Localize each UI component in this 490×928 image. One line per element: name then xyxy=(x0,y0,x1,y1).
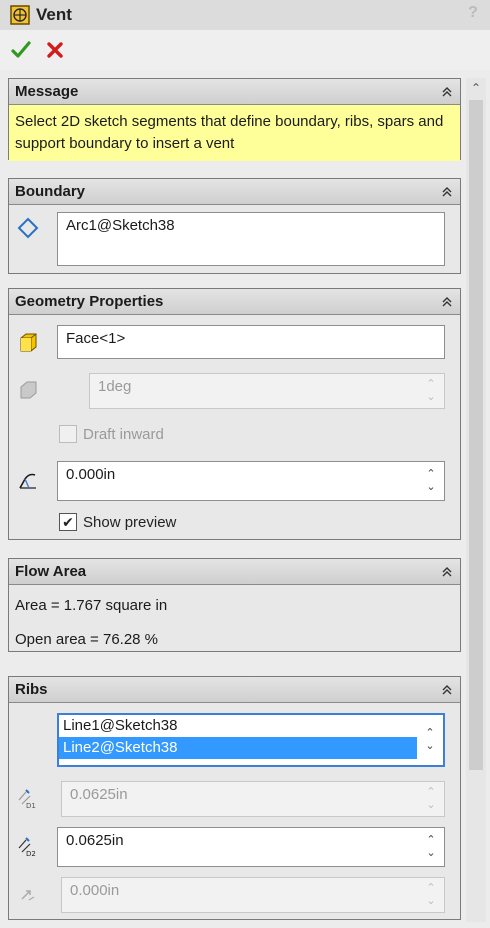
message-header[interactable]: Message xyxy=(9,79,460,105)
flow-area-header[interactable]: Flow Area xyxy=(9,559,460,585)
draft-angle-value: 1deg xyxy=(98,378,132,395)
show-preview-box[interactable]: ✔ xyxy=(59,513,77,531)
geometry-properties-group: Geometry Properties Face<1> 1deg ⌃ ⌄ Draf… xyxy=(8,288,461,540)
ribs-list-scroll[interactable]: ⌃ ⌄ xyxy=(417,715,443,765)
rib-offset-input[interactable]: 0.000in ⌃ ⌄ xyxy=(61,877,445,913)
list-item[interactable]: Line1@Sketch38 xyxy=(59,715,443,737)
draft-inward-box[interactable] xyxy=(59,425,77,443)
face-value: Face<1> xyxy=(66,330,126,347)
rib-width-value: 0.0625in xyxy=(66,832,124,849)
list-item[interactable]: Line2@Sketch38 xyxy=(59,737,443,759)
boundary-selection-box[interactable]: Arc1@Sketch38 xyxy=(57,212,445,266)
spin-down-icon: ⌄ xyxy=(426,481,436,493)
draft-inward-checkbox[interactable]: Draft inward xyxy=(59,425,164,443)
message-title: Message xyxy=(15,83,79,100)
action-bar xyxy=(0,30,490,70)
geometry-header[interactable]: Geometry Properties xyxy=(9,289,460,315)
help-button[interactable]: ? xyxy=(464,4,482,24)
x-icon xyxy=(47,42,63,58)
rib-width-spinner[interactable]: ⌃ ⌄ xyxy=(418,828,444,866)
rib-offset-spinner[interactable]: ⌃ ⌄ xyxy=(418,878,444,912)
scroll-thumb[interactable] xyxy=(469,100,483,770)
check-icon xyxy=(11,41,31,58)
fillet-radius-input[interactable]: 0.000in ⌃ ⌄ xyxy=(57,461,445,501)
rib-depth-value: 0.0625in xyxy=(70,786,128,803)
flow-area-title: Flow Area xyxy=(15,563,87,580)
ribs-title: Ribs xyxy=(15,681,48,698)
draft-angle-input[interactable]: 1deg ⌃ ⌄ xyxy=(89,373,445,409)
spin-up-icon: ⌃ xyxy=(426,834,436,846)
fillet-radius-icon xyxy=(15,467,41,493)
message-text: Select 2D sketch segments that define bo… xyxy=(9,105,460,161)
area-text: Area = 1.767 square in xyxy=(15,597,168,614)
property-pane: Message Select 2D sketch segments that d… xyxy=(0,70,490,928)
fillet-radius-spinner[interactable]: ⌃ ⌄ xyxy=(418,462,444,500)
svg-text:D2: D2 xyxy=(26,850,36,858)
message-group: Message Select 2D sketch segments that d… xyxy=(8,78,461,161)
feature-title: Vent xyxy=(36,5,72,24)
face-selection-box[interactable]: Face<1> xyxy=(57,325,445,359)
geometry-title: Geometry Properties xyxy=(15,293,164,310)
collapse-icon[interactable] xyxy=(440,683,454,697)
boundary-header[interactable]: Boundary xyxy=(9,179,460,205)
property-manager-titlebar: Vent ? xyxy=(0,0,490,30)
spin-down-icon: ⌄ xyxy=(426,799,436,811)
rib-width-input[interactable]: 0.0625in ⌃ ⌄ xyxy=(57,827,445,867)
draft-inward-label: Draft inward xyxy=(83,425,164,443)
show-preview-label: Show preview xyxy=(83,513,177,531)
spin-up-icon: ⌃ xyxy=(426,786,436,798)
face-icon xyxy=(15,329,41,355)
draft-angle-spinner[interactable]: ⌃ ⌄ xyxy=(418,374,444,408)
rib-offset-icon xyxy=(15,881,41,907)
spin-up-icon: ⌃ xyxy=(425,727,435,739)
collapse-icon[interactable] xyxy=(440,185,454,199)
rib-offset-value: 0.000in xyxy=(70,882,120,899)
boundary-group: Boundary Arc1@Sketch38 xyxy=(8,178,461,274)
ribs-selection-list[interactable]: Line1@Sketch38 Line2@Sketch38 ⌃ ⌄ xyxy=(57,713,445,767)
collapse-icon[interactable] xyxy=(440,295,454,309)
spin-up-icon: ⌃ xyxy=(426,468,436,480)
collapse-icon[interactable] xyxy=(440,85,454,99)
rib-depth-input[interactable]: 0.0625in ⌃ ⌄ xyxy=(61,781,445,817)
show-preview-checkbox[interactable]: ✔ Show preview xyxy=(59,513,176,531)
spin-down-icon: ⌄ xyxy=(426,895,436,907)
open-area-text: Open area = 76.28 % xyxy=(15,631,159,648)
fillet-radius-value: 0.000in xyxy=(66,466,116,483)
ok-button[interactable] xyxy=(10,39,32,61)
boundary-title: Boundary xyxy=(15,183,86,200)
flow-area-group: Flow Area Area = 1.767 square in Open ar… xyxy=(8,558,461,652)
spin-down-icon: ⌄ xyxy=(426,847,436,859)
boundary-value: Arc1@Sketch38 xyxy=(66,217,175,234)
scroll-up-icon[interactable]: ⌃ xyxy=(466,78,486,98)
rib-width-icon: D2 xyxy=(15,833,41,859)
collapse-icon[interactable] xyxy=(440,565,454,579)
pane-scrollbar[interactable]: ⌃ xyxy=(466,78,486,922)
spin-down-icon: ⌄ xyxy=(426,391,436,403)
spin-up-icon: ⌃ xyxy=(426,378,436,390)
ribs-group: Ribs Line1@Sketch38 Line2@Sketch38 ⌃ ⌄ D1… xyxy=(8,676,461,920)
spin-down-icon: ⌄ xyxy=(425,740,435,752)
rib-depth-spinner[interactable]: ⌃ ⌄ xyxy=(418,782,444,816)
spin-up-icon: ⌃ xyxy=(426,882,436,894)
rib-depth-icon: D1 xyxy=(15,785,41,811)
vent-feature-icon xyxy=(10,5,30,25)
ribs-header[interactable]: Ribs xyxy=(9,677,460,703)
svg-text:D1: D1 xyxy=(26,802,36,810)
cancel-button[interactable] xyxy=(44,39,66,61)
boundary-selection-icon xyxy=(15,215,41,241)
draft-angle-icon xyxy=(15,377,41,403)
